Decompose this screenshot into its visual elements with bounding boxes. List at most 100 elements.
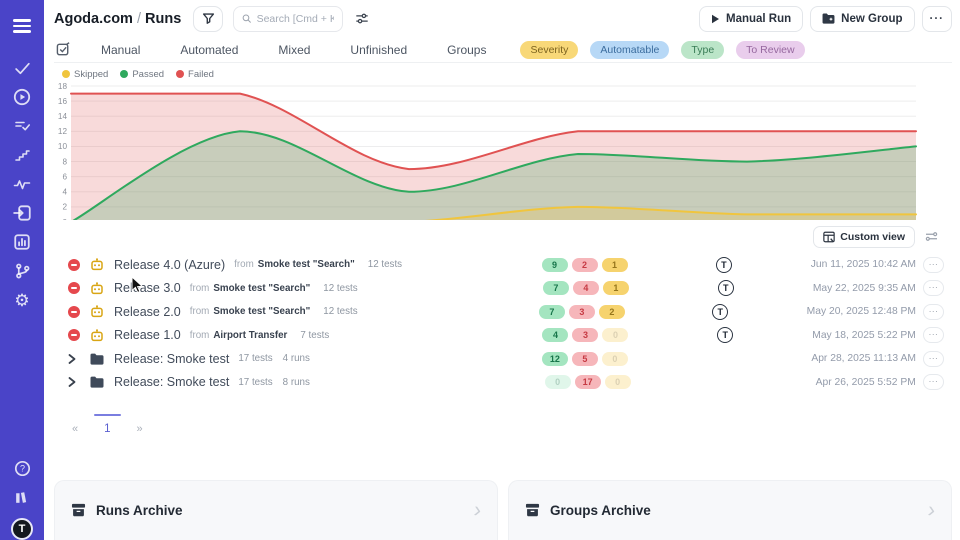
assignee-avatar[interactable]: T [712,304,728,320]
archives-section: Runs Archive › Groups Archive › [54,480,952,540]
run-source-suite[interactable]: Airport Transfer [213,330,287,341]
pagination-page-1[interactable]: 1 [94,423,120,435]
list-check-icon[interactable] [8,112,36,140]
analytics-icon[interactable] [8,228,36,256]
search-box[interactable] [233,6,343,32]
tab-unfinished[interactable]: Unfinished [330,43,427,57]
result-badges: 7 4 1 [543,281,639,295]
tab-bar: ManualAutomatedMixedUnfinishedGroups Sev… [54,37,952,63]
run-title[interactable]: Release 1.0 [114,328,181,342]
runs-archive-card[interactable]: Runs Archive › [54,480,498,540]
filter-button[interactable] [193,6,223,32]
row-more-button[interactable]: ··· [923,280,944,296]
passed-count-badge: 9 [542,258,568,272]
group-date: Apr 26, 2025 5:52 PM [816,377,916,388]
legend-skipped[interactable]: Skipped [62,69,108,80]
app-window: ⚙ ? T Agoda.com / Runs Man [0,0,960,540]
svg-text:6: 6 [62,173,67,182]
groups-archive-card[interactable]: Groups Archive › [508,480,952,540]
pill-severity[interactable]: Severity [520,41,578,59]
failed-count-badge: 3 [572,328,598,342]
svg-text:16: 16 [58,97,68,106]
manual-run-button[interactable]: Manual Run [699,6,803,32]
run-row[interactable]: Release 1.0 from Airport Transfer 7 test… [54,323,952,347]
chevron-right-icon: › [926,499,936,522]
help-icon[interactable]: ? [8,454,36,482]
run-row[interactable]: Release 2.0 from Smoke test "Search" 12 … [54,300,952,324]
search-input[interactable] [257,13,335,25]
skipped-count-badge: 1 [602,258,628,272]
settings-gear-icon[interactable]: ⚙ [8,286,36,314]
legend-failed[interactable]: Failed [176,69,214,80]
tab-manual[interactable]: Manual [81,43,160,57]
svg-text:4: 4 [62,188,67,197]
run-tests-count: 12 tests [323,283,357,294]
group-tests-count: 17 tests [238,353,272,364]
run-row[interactable]: Release 4.0 (Azure) from Smoke test "Sea… [54,253,952,277]
assignee-avatar[interactable]: T [716,257,732,273]
docs-icon[interactable] [8,483,36,511]
branch-icon[interactable] [8,257,36,285]
svg-text:8: 8 [62,157,67,166]
pulse-icon[interactable] [8,170,36,198]
page-title: Runs [145,11,181,27]
passed-count-badge: 7 [539,305,565,319]
tests-check-icon[interactable] [8,54,36,82]
run-source-suite[interactable]: Smoke test "Search" [213,306,310,317]
run-title[interactable]: Release 2.0 [114,305,181,319]
steps-icon[interactable] [8,141,36,169]
pagination: « 1 » [66,418,952,440]
tab-mixed[interactable]: Mixed [258,43,330,57]
sort-sliders-icon[interactable] [925,231,938,242]
run-title[interactable]: Release 3.0 [114,281,181,295]
run-tests-count: 7 tests [300,330,329,341]
run-tests-count: 12 tests [368,259,402,270]
user-avatar[interactable]: T [11,518,33,540]
group-row[interactable]: Release: Smoke test 17 tests 8 runs 0 17… [54,370,952,394]
header-more-button[interactable]: ··· [922,6,953,32]
select-runs-icon[interactable] [56,42,71,57]
folder-icon [90,376,114,388]
pagination-prev[interactable]: « [66,423,84,435]
chevron-right-icon: › [472,499,482,522]
row-more-button[interactable]: ··· [923,257,944,273]
runs-list: Release 4.0 (Azure) from Smoke test "Sea… [54,253,952,394]
tab-automated[interactable]: Automated [160,43,258,57]
play-circle-icon[interactable] [8,83,36,111]
assignee-avatar[interactable]: T [718,280,734,296]
runs-enter-icon[interactable] [8,199,36,227]
passed-count-badge: 0 [545,375,571,389]
pagination-next[interactable]: » [131,423,149,435]
archive-title: Runs Archive [96,503,183,518]
row-more-button[interactable]: ··· [923,374,944,390]
custom-view-button[interactable]: Custom view [813,226,915,248]
tune-icon[interactable] [355,12,369,25]
tab-groups[interactable]: Groups [427,43,506,57]
new-group-button[interactable]: New Group [810,6,914,32]
run-source-suite[interactable]: Smoke test "Search" [258,259,355,270]
row-more-button[interactable]: ··· [923,351,944,367]
group-row[interactable]: Release: Smoke test 17 tests 4 runs 12 5… [54,347,952,371]
result-badges: 9 2 1 [542,258,637,272]
row-more-button[interactable]: ··· [923,327,944,343]
failed-count-badge: 17 [575,375,601,389]
group-title[interactable]: Release: Smoke test [114,352,229,366]
run-from-label: from [190,283,210,294]
legend-passed[interactable]: Passed [120,69,164,80]
expand-chevron-icon[interactable] [68,354,90,364]
run-title[interactable]: Release 4.0 (Azure) [114,258,225,272]
run-row[interactable]: Release 3.0 from Smoke test "Search" 12 … [54,276,952,300]
pill-to-review[interactable]: To Review [736,41,804,59]
svg-text:18: 18 [58,82,68,91]
svg-text:0: 0 [62,218,67,220]
row-more-button[interactable]: ··· [923,304,944,320]
passed-count-badge: 7 [543,281,569,295]
run-source-suite[interactable]: Smoke test "Search" [213,283,310,294]
menu-icon[interactable] [8,12,36,40]
expand-chevron-icon[interactable] [68,377,90,387]
assignee-avatar[interactable]: T [717,327,733,343]
group-title[interactable]: Release: Smoke test [114,375,229,389]
pill-automatable[interactable]: Automatable [590,41,669,59]
project-name[interactable]: Agoda.com [54,11,133,27]
pill-type[interactable]: Type [681,41,724,59]
